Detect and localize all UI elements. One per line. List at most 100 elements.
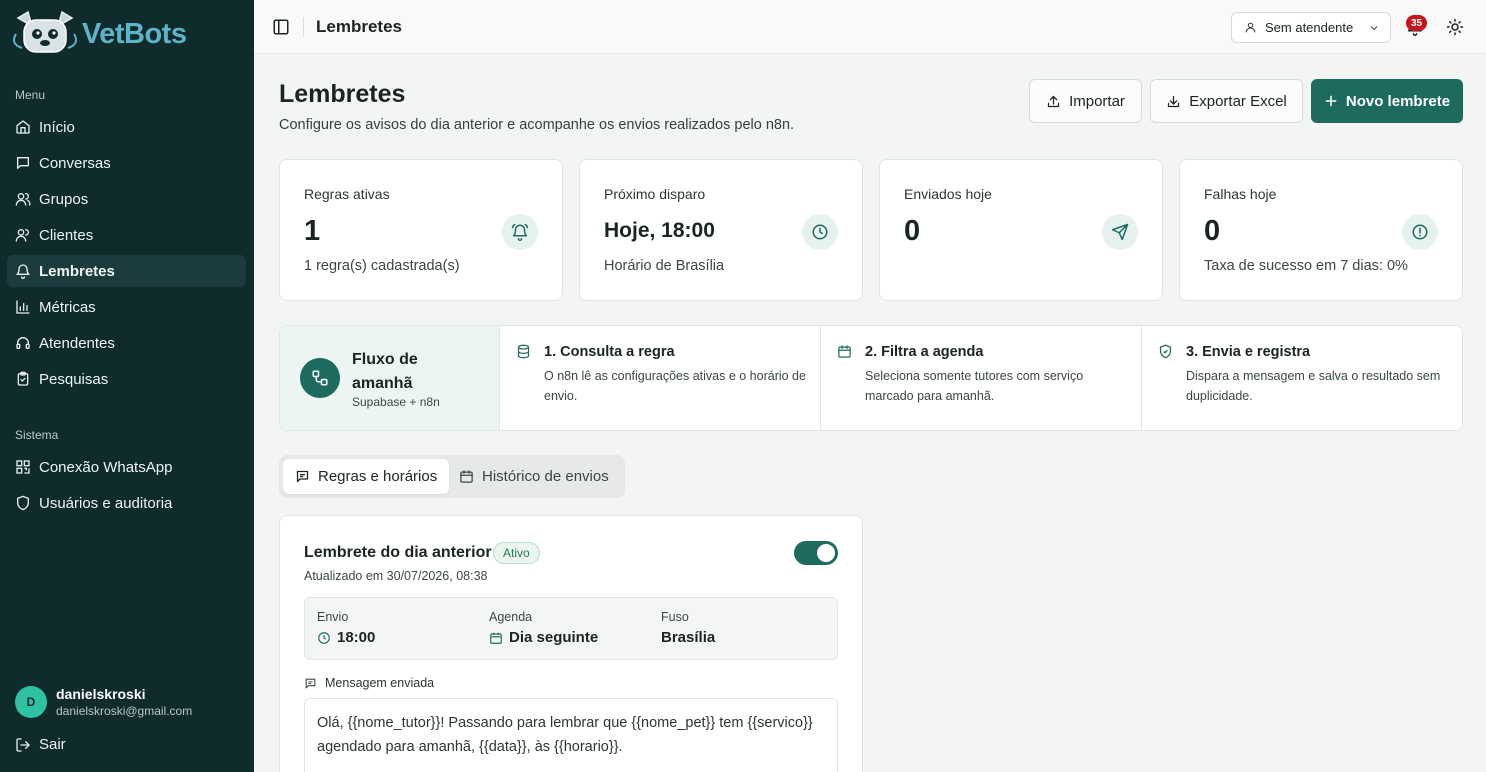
sidebar-item-pesquisas[interactable]: Pesquisas <box>7 363 246 395</box>
new-reminder-label: Novo lembrete <box>1345 92 1451 110</box>
message-label: Mensagem enviada <box>325 676 435 690</box>
clock-icon <box>318 631 330 644</box>
sidebar-toggle-icon[interactable] <box>272 18 290 36</box>
bell-icon <box>16 264 30 279</box>
flow-step-desc: O n8n lê as configurações ativas e o hor… <box>544 369 806 403</box>
user-profile[interactable]: D danielskroski danielskroski@gmail.com <box>15 686 192 718</box>
timezone-label: Fuso <box>661 610 689 624</box>
download-icon <box>1168 95 1180 107</box>
export-label: Exportar Excel <box>1189 92 1287 110</box>
notification-count-badge: 35 <box>1406 15 1427 31</box>
sidebar-item-clientes[interactable]: Clientes <box>7 219 246 251</box>
export-excel-button[interactable]: Exportar Excel <box>1150 79 1303 123</box>
sidebar-item-label: Grupos <box>39 190 89 208</box>
workflow-icon <box>300 358 340 398</box>
logout-icon <box>16 737 30 752</box>
stat-card-falhas-hoje: Falhas hoje 0 Taxa de sucesso em 7 dias:… <box>1179 159 1463 301</box>
brand-name: VetBots <box>82 17 187 50</box>
logout-label: Sair <box>39 736 66 753</box>
send-icon <box>1102 214 1138 250</box>
brand-logo[interactable]: VetBots <box>12 10 187 58</box>
tab-regras-horarios[interactable]: Regras e horários <box>283 459 450 494</box>
rule-enabled-toggle[interactable] <box>794 541 838 565</box>
agenda-value: Dia seguinte <box>509 629 599 646</box>
flow-step-desc: Seleciona somente tutores com serviço ma… <box>865 369 1084 403</box>
new-reminder-button[interactable]: Novo lembrete <box>1311 79 1463 123</box>
alert-circle-icon <box>1402 214 1438 250</box>
home-icon <box>16 120 30 134</box>
sidebar-item-conexao-whatsapp[interactable]: Conexão WhatsApp <box>7 451 246 483</box>
send-time-field: Envio 18:00 <box>317 610 375 646</box>
tab-label: Regras e horários <box>318 468 438 485</box>
sun-theme-icon[interactable] <box>1446 18 1464 36</box>
flow-step-title: 2. Filtra a agenda <box>865 344 984 360</box>
rule-schedule-info: Envio 18:00 Agenda Dia seguinte Fuso Bra… <box>304 597 838 660</box>
sidebar-item-label: Clientes <box>39 226 94 244</box>
stat-title: Próximo disparo <box>604 186 706 202</box>
bell-ring-icon <box>502 214 538 250</box>
tab-historico-envios[interactable]: Histórico de envios <box>447 459 621 494</box>
stat-card-regras-ativas: Regras ativas 1 1 regra(s) cadastrada(s) <box>279 159 563 301</box>
flow-step-2: 2. Filtra a agenda Seleciona somente tut… <box>821 326 1142 430</box>
bar-chart-icon <box>16 300 30 314</box>
sidebar-item-metricas[interactable]: Métricas <box>7 291 246 323</box>
rule-card: Lembrete do dia anterior Ativo Atualizad… <box>279 515 863 772</box>
stat-title: Falhas hoje <box>1204 186 1277 202</box>
plus-icon <box>1325 95 1337 107</box>
stat-foot: 1 regra(s) cadastrada(s) <box>304 258 460 274</box>
send-time-value: 18:00 <box>337 629 376 646</box>
flow-title: Fluxo de amanhã <box>352 351 418 392</box>
message-section-label: Mensagem enviada <box>304 676 434 690</box>
flow-step-title: 3. Envia e registra <box>1186 344 1311 360</box>
attendant-select-value: Sem atendente <box>1265 20 1354 35</box>
clipboard-icon <box>17 371 29 386</box>
flow-panel: Fluxo de amanhã Supabase + n8n 1. Consul… <box>279 325 1463 431</box>
stat-foot: Horário de Brasília <box>604 258 725 274</box>
attendant-select[interactable]: Sem atendente <box>1231 12 1391 43</box>
message-template: Olá, {{nome_tutor}}! Passando para lembr… <box>304 698 838 772</box>
database-icon <box>517 344 530 359</box>
message-square-icon <box>296 470 309 483</box>
user-name: danielskroski <box>56 686 146 702</box>
stat-foot: Taxa de sucesso em 7 dias: 0% <box>1204 258 1408 274</box>
sidebar-item-usuarios-auditoria[interactable]: Usuários e auditoria <box>7 487 246 519</box>
sidebar: VetBots Menu Início Conversas Grupos Cli… <box>0 0 254 772</box>
import-label: Importar <box>1069 92 1125 110</box>
qr-code-icon <box>16 460 30 474</box>
stat-title: Enviados hoje <box>904 186 992 202</box>
topbar-divider <box>303 17 304 37</box>
message-square-icon <box>305 678 316 688</box>
stat-card-proximo-disparo: Próximo disparo Hoje, 18:00 Horário de B… <box>579 159 863 301</box>
page-title: Lembretes <box>279 80 406 108</box>
rule-updated-at: Atualizado em 30/07/2026, 08:38 <box>304 569 488 583</box>
shield-check-icon <box>1159 344 1172 359</box>
user-icon <box>15 229 29 242</box>
rule-title: Lembrete do dia anterior <box>304 544 492 561</box>
sidebar-item-lembretes[interactable]: Lembretes <box>7 255 246 287</box>
flow-step-3: 3. Envia e registra Dispara a mensagem e… <box>1142 326 1462 430</box>
sidebar-item-conversas[interactable]: Conversas <box>7 147 246 179</box>
tab-label: Histórico de envios <box>482 468 609 485</box>
sidebar-item-inicio[interactable]: Início <box>7 111 246 143</box>
flow-subtitle: Supabase + n8n <box>352 395 440 409</box>
calendar-icon <box>838 345 851 358</box>
logout-button[interactable]: Sair <box>15 736 66 753</box>
sidebar-item-atendentes[interactable]: Atendentes <box>7 327 246 359</box>
sidebar-item-grupos[interactable]: Grupos <box>7 183 246 215</box>
menu-section-label: Menu <box>15 88 46 102</box>
stat-value: Hoje, 18:00 <box>604 219 715 242</box>
stat-value: 0 <box>904 215 921 247</box>
tab-list: Regras e horários Histórico de envios <box>279 455 625 498</box>
headset-icon <box>16 337 30 349</box>
flow-step-1: 1. Consulta a regra O n8n lê as configur… <box>500 326 821 430</box>
import-button[interactable]: Importar <box>1029 79 1142 123</box>
topbar-title: Lembretes <box>316 17 402 36</box>
system-section-label: Sistema <box>15 428 59 442</box>
robot-dog-logo-icon <box>13 10 77 53</box>
chat-icon <box>17 157 29 169</box>
clock-icon <box>802 214 838 250</box>
user-email: danielskroski@gmail.com <box>56 704 193 718</box>
flow-header: Fluxo de amanhã Supabase + n8n <box>280 326 500 430</box>
sidebar-item-label: Atendentes <box>39 334 115 352</box>
sidebar-item-label: Conexão WhatsApp <box>39 458 173 476</box>
